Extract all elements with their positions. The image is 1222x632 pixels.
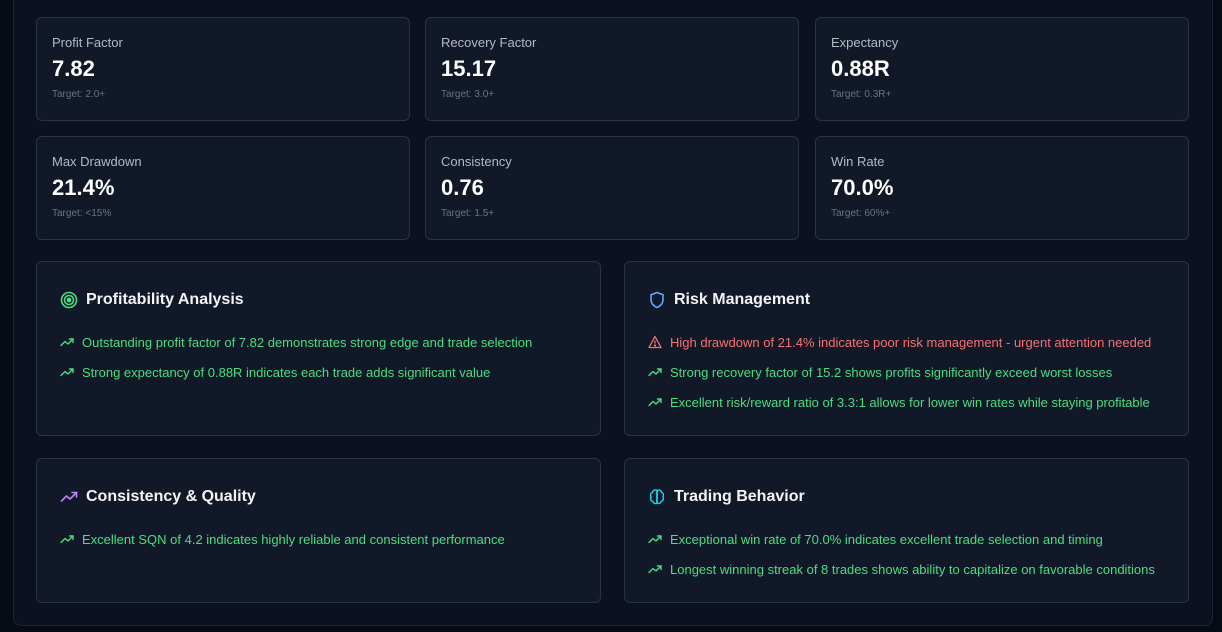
insight-list: Exceptional win rate of 70.0% indicates … (648, 530, 1165, 578)
metric-label: Recovery Factor (441, 35, 537, 50)
shield-icon (648, 291, 666, 309)
target-icon (60, 291, 78, 309)
metric-value: 21.4% (52, 175, 115, 200)
trending-up-icon (60, 488, 78, 506)
insight-item: Strong expectancy of 0.88R indicates eac… (60, 363, 577, 381)
warning-icon (648, 335, 662, 349)
trending-up-icon (648, 395, 662, 409)
insight-text: Excellent SQN of 4.2 indicates highly re… (82, 531, 505, 547)
insight-text: Longest winning streak of 8 trades shows… (670, 561, 1155, 577)
metric-value: 70.0% (831, 175, 894, 200)
metric-label: Consistency (441, 154, 512, 169)
insight-text: Strong expectancy of 0.88R indicates eac… (82, 364, 491, 380)
insight-text: Strong recovery factor of 15.2 shows pro… (670, 364, 1113, 380)
metric-label: Max Drawdown (52, 154, 142, 169)
insight-item: Longest winning streak of 8 trades shows… (648, 560, 1165, 578)
insight-text: High drawdown of 21.4% indicates poor ri… (670, 334, 1152, 350)
risk-management-card: Risk Management High drawdown of 21.4% i… (624, 261, 1189, 436)
trending-up-icon (648, 562, 662, 576)
trending-up-icon (648, 365, 662, 379)
metric-target: Target: <15% (52, 208, 112, 219)
metric-target: Target: 0.3R+ (831, 89, 892, 100)
insight-text: Outstanding profit factor of 7.82 demons… (82, 334, 533, 350)
insight-item: Strong recovery factor of 15.2 shows pro… (648, 363, 1165, 381)
insight-list: Outstanding profit factor of 7.82 demons… (60, 333, 577, 381)
trending-up-icon (60, 532, 74, 546)
metric-card-expectancy: Expectancy 0.88R Target: 0.3R+ (815, 17, 1189, 121)
trading-behavior-card: Trading Behavior Exceptional win rate of… (624, 458, 1189, 603)
analytics-panel: Profit Factor 7.82 Target: 2.0+ Recovery… (13, 0, 1213, 626)
insight-item: High drawdown of 21.4% indicates poor ri… (648, 333, 1165, 351)
metric-value: 0.76 (441, 175, 484, 200)
card-header: Trading Behavior (648, 486, 1165, 508)
metric-label: Win Rate (831, 154, 885, 169)
card-title: Consistency & Quality (86, 488, 256, 505)
metric-card-profit-factor: Profit Factor 7.82 Target: 2.0+ (36, 17, 410, 121)
card-title: Trading Behavior (674, 488, 805, 505)
consistency-quality-card: Consistency & Quality Excellent SQN of 4… (36, 458, 601, 603)
metric-value: 15.17 (441, 56, 497, 81)
insight-item: Excellent risk/reward ratio of 3.3:1 all… (648, 393, 1165, 411)
profitability-analysis-card: Profitability Analysis Outstanding profi… (36, 261, 601, 436)
metric-target: Target: 2.0+ (52, 89, 106, 100)
trending-up-icon (60, 335, 74, 349)
metric-target: Target: 60%+ (831, 208, 891, 219)
metric-label: Profit Factor (52, 35, 123, 50)
card-header: Profitability Analysis (60, 289, 577, 311)
metric-value: 7.82 (52, 56, 95, 81)
metric-card-consistency: Consistency 0.76 Target: 1.5+ (425, 136, 799, 240)
brain-icon (648, 488, 666, 506)
trending-up-icon (648, 532, 662, 546)
metric-target: Target: 1.5+ (441, 208, 495, 219)
insight-list: High drawdown of 21.4% indicates poor ri… (648, 333, 1165, 411)
card-header: Risk Management (648, 289, 1165, 311)
insight-text: Exceptional win rate of 70.0% indicates … (670, 531, 1103, 547)
metric-card-win-rate: Win Rate 70.0% Target: 60%+ (815, 136, 1189, 240)
card-title: Risk Management (674, 291, 811, 308)
insight-text: Excellent risk/reward ratio of 3.3:1 all… (670, 394, 1150, 410)
insight-item: Exceptional win rate of 70.0% indicates … (648, 530, 1165, 548)
metric-card-recovery-factor: Recovery Factor 15.17 Target: 3.0+ (425, 17, 799, 121)
insight-item: Outstanding profit factor of 7.82 demons… (60, 333, 577, 351)
metric-value: 0.88R (831, 56, 890, 81)
metric-card-max-drawdown: Max Drawdown 21.4% Target: <15% (36, 136, 410, 240)
insight-item: Excellent SQN of 4.2 indicates highly re… (60, 530, 577, 548)
insight-list: Excellent SQN of 4.2 indicates highly re… (60, 530, 577, 548)
metric-label: Expectancy (831, 35, 899, 50)
card-title: Profitability Analysis (86, 291, 244, 308)
metric-target: Target: 3.0+ (441, 89, 495, 100)
card-header: Consistency & Quality (60, 486, 577, 508)
trending-up-icon (60, 365, 74, 379)
